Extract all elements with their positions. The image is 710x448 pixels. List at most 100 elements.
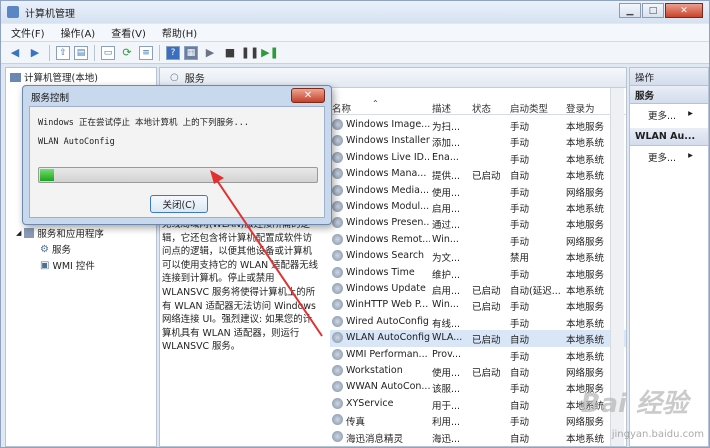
service-gear-icon — [332, 266, 343, 278]
cell-name: WinHTTP Web P... — [346, 299, 429, 311]
column-name[interactable]: 名称 — [332, 101, 351, 115]
cell-startup: 自动 — [510, 171, 530, 183]
cell-startup: 自动(延迟... — [510, 286, 561, 297]
cell-name: WWAN AutoCon... — [346, 381, 430, 393]
search-icon: ○ — [170, 72, 179, 83]
table-row[interactable]: Workstation 使用... 已启动 自动 网络服务 — [330, 363, 626, 379]
forward-arrow-icon[interactable]: ▶ — [27, 45, 43, 61]
properties-icon[interactable]: ▭ — [101, 45, 115, 60]
service-gear-icon — [332, 201, 343, 212]
cell-desc: Win... — [432, 299, 459, 311]
minimize-button[interactable]: ▁ — [619, 3, 641, 18]
table-row[interactable]: Windows Installer 添加... 手动 本地系统 — [330, 133, 626, 149]
cell-name: Windows Modul... — [346, 201, 430, 212]
show-tree-icon[interactable]: ▤ — [74, 45, 88, 60]
tree-item-wmi[interactable]: ▣ WMI 控件 — [40, 258, 95, 273]
table-row[interactable]: WMI Performan... Prov... 手动 本地系统 — [330, 347, 626, 363]
cell-startup: 手动 — [510, 187, 530, 199]
menu-help[interactable]: 帮助(H) — [162, 25, 197, 40]
table-row[interactable]: Windows Presen... 通过... 手动 本地服务 — [330, 215, 626, 231]
cell-desc: 该服... — [432, 384, 461, 396]
table-row[interactable]: Windows Modul... 启用... 手动 本地系统 — [330, 199, 626, 215]
services-apps-icon — [24, 228, 35, 238]
table-row[interactable]: Windows Live ID... Ena... 手动 本地系统 — [330, 150, 626, 166]
column-startup-type[interactable]: 启动类型 — [510, 101, 548, 115]
cell-status: 已启动 — [472, 286, 501, 297]
close-button[interactable]: ✕ — [665, 3, 703, 18]
column-header-row: 名称 ⌃ 描述 状态 启动类型 登录为 — [330, 99, 626, 115]
table-row[interactable]: Windows Update 启用... 已启动 自动(延迟... 本地系统 — [330, 281, 626, 297]
stop-service-icon[interactable]: ■ — [222, 45, 238, 61]
service-gear-icon — [332, 135, 343, 147]
cell-desc: 维护... — [432, 269, 461, 281]
actions-more-1[interactable]: 更多... ▸ — [648, 108, 693, 122]
column-status[interactable]: 状态 — [472, 101, 491, 115]
menu-action[interactable]: 操作(A) — [61, 25, 96, 40]
table-row[interactable]: Windows Media... 使用... 手动 网络服务 — [330, 183, 626, 199]
cell-name: 海迅消息精灵 — [346, 433, 404, 445]
cell-name: Windows Media... — [346, 184, 430, 196]
cell-name: WLAN AutoConfig — [346, 332, 430, 344]
tree-item-services-apps[interactable]: ◢ 服务和应用程序 — [16, 226, 104, 240]
table-row[interactable]: Wired AutoConfig 有线... 手动 本地系统 — [330, 314, 626, 330]
restart-service-icon[interactable]: ▶❚ — [261, 45, 279, 61]
cell-name: XYService — [346, 397, 394, 409]
tree-item-label: 服务和应用程序 — [37, 229, 104, 240]
cell-startup: 手动 — [510, 318, 530, 330]
cell-name: Windows Mana... — [346, 168, 427, 180]
service-description: 无线局域网(WLAN)服连接所需的逻辑，它还包含将计算机配置成软件访问点的逻辑，… — [162, 219, 318, 353]
tree-item-services[interactable]: ⚙ 服务 — [40, 242, 71, 257]
actions-section-wlan[interactable]: WLAN Au... — [630, 128, 708, 146]
cell-name: Windows Update — [346, 283, 426, 294]
tree-root[interactable]: 计算机管理(本地) — [10, 70, 98, 84]
cell-startup: 手动 — [510, 269, 530, 281]
start-service-icon[interactable]: ▶ — [202, 45, 218, 61]
menu-view[interactable]: 查看(V) — [111, 25, 146, 40]
cell-startup: 自动 — [510, 400, 530, 412]
view-icon[interactable]: ▦ — [184, 45, 198, 60]
help-icon[interactable]: ? — [166, 45, 180, 60]
service-gear-icon — [332, 315, 343, 327]
window-title: 计算机管理 — [25, 8, 75, 20]
service-gear-icon — [332, 365, 343, 376]
cell-name: Windows Time — [346, 266, 415, 278]
cell-name: Windows Search — [346, 250, 425, 262]
actions-section-services[interactable]: 服务 — [630, 86, 708, 104]
refresh-icon[interactable]: ⟳ — [119, 45, 135, 61]
tree-item-label: 服务 — [51, 245, 71, 256]
cell-name: Windows Remot... — [346, 233, 430, 245]
column-description[interactable]: 描述 — [432, 101, 451, 115]
table-row[interactable]: WLAN AutoConfig WLA... 已启动 自动 本地系统 — [330, 330, 626, 347]
table-row[interactable]: Windows Image... 为扫... 手动 本地服务 — [330, 117, 626, 133]
dialog-close-button[interactable]: ✕ — [291, 88, 325, 103]
cell-startup: 手动 — [510, 351, 530, 363]
table-row[interactable]: Windows Remot... Win... 手动 网络服务 — [330, 232, 626, 248]
toolbar-separator — [159, 44, 160, 61]
column-logon-as[interactable]: 登录为 — [566, 101, 595, 115]
table-row[interactable]: Windows Search 为文... 禁用 本地系统 — [330, 248, 626, 264]
table-row[interactable]: 海迅消息精灵 海迅... 自动 本地系统 — [330, 429, 626, 445]
service-gear-icon — [332, 168, 343, 180]
maximize-button[interactable]: □ — [642, 3, 664, 18]
service-gear-icon — [332, 332, 343, 344]
up-folder-icon[interactable]: ⇧ — [56, 45, 70, 60]
service-gear-icon — [332, 348, 343, 360]
export-list-icon[interactable]: ≡ — [139, 45, 153, 60]
table-row[interactable]: WinHTTP Web P... Win... 已启动 手动 本地服务 — [330, 297, 626, 313]
cell-status: 已启动 — [472, 335, 501, 347]
table-row[interactable]: Windows Mana... 提供... 已启动 自动 本地系统 — [330, 166, 626, 182]
cell-desc: 使用... — [432, 368, 461, 379]
service-gear-icon — [332, 397, 343, 409]
actions-more-2[interactable]: 更多... ▸ — [648, 150, 693, 164]
menu-file[interactable]: 文件(F) — [11, 25, 45, 40]
arrow-right-icon: ▸ — [688, 150, 693, 161]
cell-name: Windows Presen... — [346, 217, 430, 229]
dialog-close-label-button[interactable]: 关闭(C) — [150, 195, 208, 213]
table-row[interactable]: Windows Time 维护... 手动 本地服务 — [330, 265, 626, 281]
pause-service-icon[interactable]: ❚❚ — [241, 45, 259, 61]
cell-desc: Win... — [432, 233, 459, 245]
cell-startup: 自动 — [510, 368, 530, 379]
back-arrow-icon[interactable]: ◀ — [7, 45, 23, 61]
cell-desc: 海迅... — [432, 433, 461, 445]
actions-title: 操作 — [630, 68, 708, 86]
